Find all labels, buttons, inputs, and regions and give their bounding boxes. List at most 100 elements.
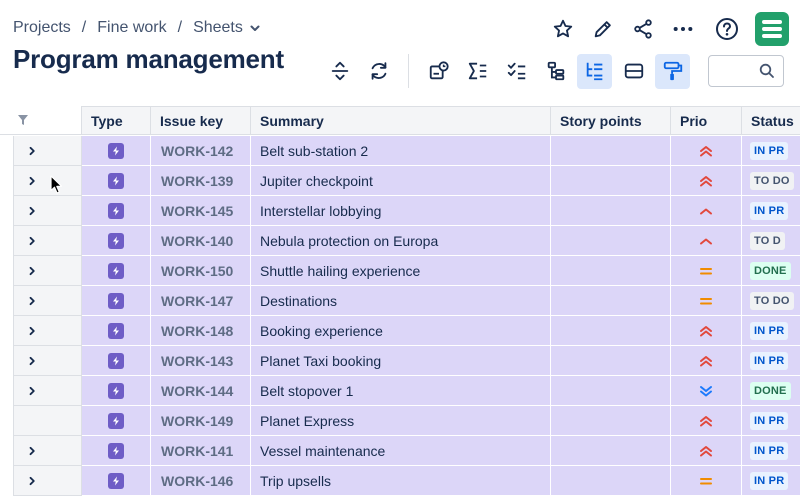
- summary-cell[interactable]: Nebula protection on Europa: [251, 226, 551, 256]
- priority-cell[interactable]: [671, 406, 742, 436]
- expand-row-button[interactable]: [13, 166, 82, 196]
- issue-key-cell[interactable]: WORK-139: [151, 166, 251, 196]
- priority-cell[interactable]: [671, 166, 742, 196]
- story-points-cell[interactable]: [551, 316, 671, 346]
- priority-cell[interactable]: [671, 346, 742, 376]
- expand-row-button[interactable]: [13, 316, 82, 346]
- story-points-cell[interactable]: [551, 346, 671, 376]
- issue-key-cell[interactable]: WORK-145: [151, 196, 251, 226]
- expand-row-button[interactable]: [13, 256, 82, 286]
- story-points-cell[interactable]: [551, 166, 671, 196]
- priority-cell[interactable]: [671, 466, 742, 496]
- table-row[interactable]: WORK-144 Belt stopover 1 DONE: [0, 376, 800, 406]
- summary-cell[interactable]: Booking experience: [251, 316, 551, 346]
- summary-cell[interactable]: Belt stopover 1: [251, 376, 551, 406]
- sum-button[interactable]: [460, 54, 495, 89]
- search-field[interactable]: [708, 55, 784, 87]
- summary-cell[interactable]: Planet Taxi booking: [251, 346, 551, 376]
- breadcrumb-projects[interactable]: Projects: [13, 19, 71, 37]
- row-height-button[interactable]: [322, 54, 357, 89]
- priority-cell[interactable]: [671, 286, 742, 316]
- search-input[interactable]: [713, 60, 763, 82]
- priority-cell[interactable]: [671, 196, 742, 226]
- help-button[interactable]: [709, 12, 745, 46]
- story-points-cell[interactable]: [551, 226, 671, 256]
- table-row[interactable]: WORK-148 Booking experience IN PR: [0, 316, 800, 346]
- more-button[interactable]: [665, 12, 701, 46]
- priority-cell[interactable]: [671, 226, 742, 256]
- column-header-type[interactable]: Type: [82, 106, 151, 135]
- issue-key-cell[interactable]: WORK-142: [151, 136, 251, 166]
- priority-cell[interactable]: [671, 136, 742, 166]
- table-row[interactable]: WORK-147 Destinations TO DO: [0, 286, 800, 316]
- summary-cell[interactable]: Destinations: [251, 286, 551, 316]
- issue-key-cell[interactable]: WORK-147: [151, 286, 251, 316]
- edit-button[interactable]: [585, 12, 621, 46]
- expand-row-button[interactable]: [13, 466, 82, 496]
- status-cell[interactable]: TO D: [742, 226, 800, 256]
- story-points-cell[interactable]: [551, 256, 671, 286]
- issue-key-cell[interactable]: WORK-144: [151, 376, 251, 406]
- column-header-status[interactable]: Status: [742, 106, 800, 135]
- summary-cell[interactable]: Jupiter checkpoint: [251, 166, 551, 196]
- priority-cell[interactable]: [671, 316, 742, 346]
- expand-row-button[interactable]: [13, 136, 82, 166]
- column-header-priority[interactable]: Prio: [671, 106, 742, 135]
- story-points-cell[interactable]: [551, 406, 671, 436]
- summary-cell[interactable]: Belt sub-station 2: [251, 136, 551, 166]
- checklist-button[interactable]: [499, 54, 534, 89]
- filter-header[interactable]: [0, 106, 82, 135]
- tree-view-button[interactable]: [577, 53, 612, 89]
- status-cell[interactable]: DONE: [742, 376, 800, 406]
- status-cell[interactable]: IN PR: [742, 316, 800, 346]
- story-points-cell[interactable]: [551, 286, 671, 316]
- table-row[interactable]: WORK-139 Jupiter checkpoint TO DO: [0, 166, 800, 196]
- column-header-issue-key[interactable]: Issue key: [151, 106, 251, 135]
- breadcrumb-fine-work[interactable]: Fine work: [97, 19, 166, 37]
- priority-cell[interactable]: [671, 256, 742, 286]
- summary-cell[interactable]: Shuttle hailing experience: [251, 256, 551, 286]
- issue-key-cell[interactable]: WORK-150: [151, 256, 251, 286]
- table-row[interactable]: WORK-145 Interstellar lobbying IN PR: [0, 196, 800, 226]
- chevron-down-icon[interactable]: [249, 22, 261, 34]
- expand-row-button[interactable]: [13, 226, 82, 256]
- status-cell[interactable]: IN PR: [742, 196, 800, 226]
- hierarchy-button[interactable]: [538, 54, 573, 89]
- column-header-story-points[interactable]: Story points: [551, 106, 671, 135]
- refresh-button[interactable]: [361, 54, 396, 89]
- time-tracking-button[interactable]: [421, 54, 456, 89]
- app-logo[interactable]: [755, 12, 789, 46]
- issue-key-cell[interactable]: WORK-149: [151, 406, 251, 436]
- issue-key-cell[interactable]: WORK-141: [151, 436, 251, 466]
- status-cell[interactable]: IN PR: [742, 346, 800, 376]
- story-points-cell[interactable]: [551, 196, 671, 226]
- issue-key-cell[interactable]: WORK-143: [151, 346, 251, 376]
- expand-row-button[interactable]: [13, 196, 82, 226]
- table-row[interactable]: WORK-146 Trip upsells IN PR: [0, 466, 800, 496]
- table-row[interactable]: WORK-149 Planet Express IN PR: [0, 406, 800, 436]
- status-cell[interactable]: IN PR: [742, 406, 800, 436]
- summary-cell[interactable]: Planet Express: [251, 406, 551, 436]
- expand-row-button[interactable]: [13, 436, 82, 466]
- status-cell[interactable]: IN PR: [742, 436, 800, 466]
- expand-row-button[interactable]: [13, 286, 82, 316]
- column-header-summary[interactable]: Summary: [251, 106, 551, 135]
- table-row[interactable]: WORK-140 Nebula protection on Europa TO …: [0, 226, 800, 256]
- status-cell[interactable]: IN PR: [742, 466, 800, 496]
- status-cell[interactable]: TO DO: [742, 286, 800, 316]
- issue-key-cell[interactable]: WORK-140: [151, 226, 251, 256]
- status-cell[interactable]: DONE: [742, 256, 800, 286]
- breadcrumb-sheets[interactable]: Sheets: [193, 19, 243, 37]
- expand-row-button[interactable]: [13, 376, 82, 406]
- status-cell[interactable]: IN PR: [742, 136, 800, 166]
- table-row[interactable]: WORK-150 Shuttle hailing experience DONE: [0, 256, 800, 286]
- table-row[interactable]: WORK-142 Belt sub-station 2 IN PR: [0, 136, 800, 166]
- share-button[interactable]: [625, 12, 661, 46]
- table-row[interactable]: WORK-143 Planet Taxi booking IN PR: [0, 346, 800, 376]
- priority-cell[interactable]: [671, 376, 742, 406]
- star-button[interactable]: [545, 12, 581, 46]
- story-points-cell[interactable]: [551, 136, 671, 166]
- table-row[interactable]: WORK-141 Vessel maintenance IN PR: [0, 436, 800, 466]
- story-points-cell[interactable]: [551, 466, 671, 496]
- expand-row-button[interactable]: [13, 346, 82, 376]
